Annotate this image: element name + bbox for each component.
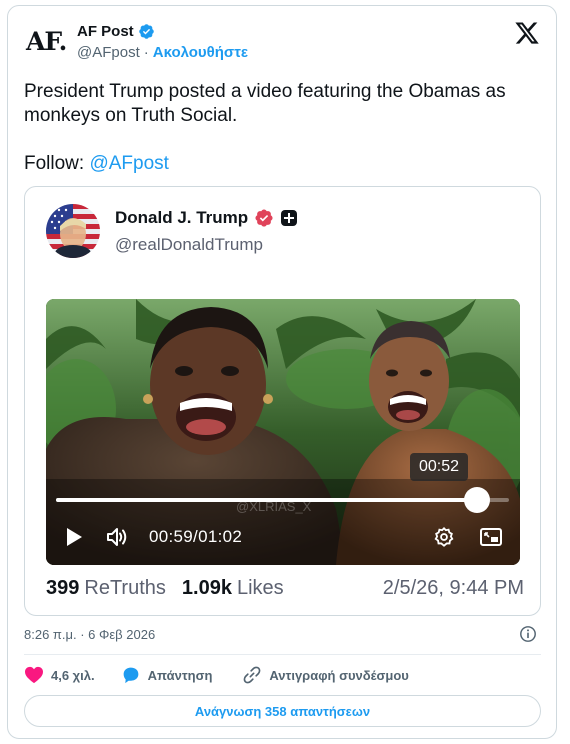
retruths-count[interactable]: 399 — [46, 577, 79, 600]
tweet-follow-line: Follow: @AFpost — [24, 152, 169, 176]
embed-stats-row: 399 ReTruths 1.09k Likes 2/5/26, 9:44 PM — [46, 577, 524, 600]
reply-label: Απάντηση — [147, 667, 213, 683]
action-bar: 4,6 χιλ. Απάντηση Αντιγραφή συνδέσμου — [24, 664, 409, 686]
verified-badge-icon — [138, 24, 154, 39]
like-button[interactable]: 4,6 χιλ. — [24, 666, 95, 684]
video-current-time: 00:59 — [149, 527, 194, 546]
reply-icon — [123, 667, 138, 684]
reply-button[interactable]: Απάντηση — [121, 666, 213, 684]
meta-separator: · — [143, 44, 149, 61]
x-logo-icon[interactable] — [514, 20, 540, 46]
author-name-row[interactable]: AF Post — [77, 23, 155, 40]
info-icon[interactable] — [519, 625, 537, 643]
volume-button[interactable] — [106, 525, 130, 549]
retruths-label: ReTruths — [84, 577, 166, 599]
settings-button[interactable] — [433, 525, 455, 549]
picture-in-picture-button[interactable] — [479, 525, 503, 549]
read-replies-button[interactable]: Ανάγνωση 358 απαντήσεων — [24, 695, 541, 727]
play-button[interactable] — [64, 525, 84, 549]
embed-author-handle[interactable]: @realDonaldTrump — [115, 235, 263, 255]
like-count: 4,6 χιλ. — [51, 667, 95, 683]
follow-prefix: Follow: — [24, 153, 90, 174]
settings-icon — [434, 526, 454, 547]
link-icon — [244, 666, 261, 684]
author-handle[interactable]: @AFpost — [77, 44, 140, 61]
author-avatar-logo[interactable]: AF. — [26, 27, 67, 56]
volume-icon — [107, 528, 127, 546]
video-duration: 01:02 — [198, 527, 243, 546]
follow-handle-link[interactable]: @AFpost — [89, 153, 168, 174]
embed-author-row[interactable]: Donald J. Trump — [115, 208, 298, 228]
tweet-card: AF. AF Post @AFpost · Ακολουθήστε Presid… — [7, 5, 557, 739]
likes-count[interactable]: 1.09k — [182, 577, 232, 600]
video-time-readout: 00:59/01:02 — [149, 525, 242, 549]
copy-link-button[interactable]: Αντιγραφή συνδέσμου — [242, 665, 409, 685]
footer-divider — [24, 654, 541, 655]
scrub-time-tooltip: 00:52 — [410, 453, 468, 481]
likes-label: Likes — [236, 577, 284, 599]
tweet-timestamp[interactable]: 8:26 π.μ. · 6 Φεβ 2026 — [24, 627, 155, 642]
copy-link-label: Αντιγραφή συνδέσμου — [269, 667, 409, 683]
truth-verified-icon — [255, 209, 273, 227]
tweet-text: President Trump posted a video featuring… — [24, 81, 506, 126]
video-progress-bar[interactable] — [56, 487, 509, 513]
embed-post-date[interactable]: 2/5/26, 9:44 PM — [383, 577, 524, 600]
pip-icon — [480, 528, 502, 546]
follow-button[interactable]: Ακολουθήστε — [153, 44, 248, 61]
play-icon — [67, 528, 82, 546]
video-progress-fill — [56, 498, 478, 502]
trump-avatar-image — [46, 204, 100, 258]
embedded-post[interactable]: Donald J. Trump @realDonaldTrump @XLRIAS… — [24, 186, 541, 616]
video-player[interactable]: @XLRIAS_X 00:52 00:59/01:02 — [46, 299, 520, 565]
heart-icon — [25, 666, 43, 684]
author-name[interactable]: AF Post — [77, 23, 134, 40]
trump-avatar[interactable] — [46, 204, 100, 258]
author-meta-row: @AFpost · Ακολουθήστε — [77, 44, 248, 61]
embed-author-name[interactable]: Donald J. Trump — [115, 208, 248, 228]
plus-badge-icon — [281, 210, 298, 226]
